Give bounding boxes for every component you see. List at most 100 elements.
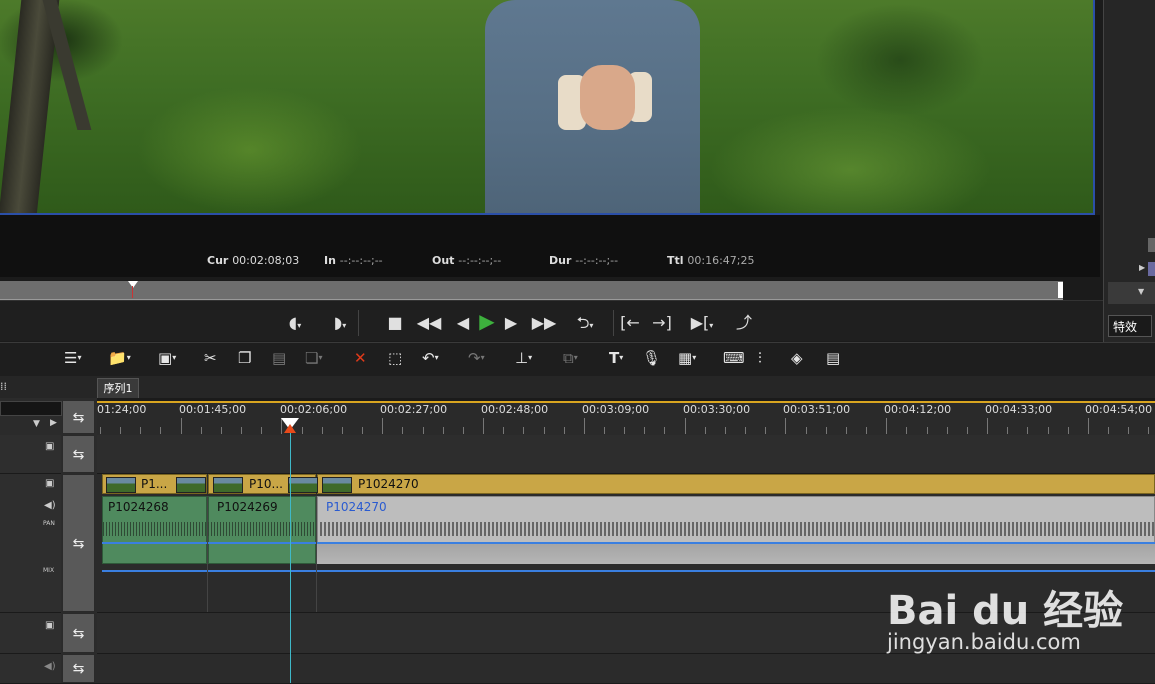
match-frame-icon[interactable]: ▶[▾	[684, 313, 720, 336]
cur-timecode: Cur 00:02:08;03	[207, 254, 300, 267]
ruler-tick	[1148, 427, 1150, 434]
patch-toggle-icon[interactable]: ⇆	[62, 474, 95, 612]
tab-effects[interactable]: 特效	[1108, 315, 1152, 337]
fast-forward-icon[interactable]: ▶▶	[530, 313, 558, 333]
scrub-head[interactable]	[128, 281, 138, 288]
ruler-tick	[341, 427, 343, 434]
paste-special-icon[interactable]: ❏▾	[305, 348, 322, 368]
audio-clip-label: P1024270	[326, 500, 387, 514]
ruler-tick	[886, 418, 888, 434]
jump-in-icon[interactable]: [←	[618, 313, 642, 333]
preview-scrub-bar[interactable]	[0, 281, 1063, 300]
separator	[358, 310, 359, 336]
ruler-tick	[966, 427, 968, 434]
ruler-tick	[442, 427, 444, 434]
panel-item-icon[interactable]	[1148, 238, 1155, 252]
baidu-watermark-logo: Bai du 经验	[887, 588, 1124, 634]
patch-toggle-icon[interactable]: ⇆	[62, 435, 95, 473]
voiceover-icon[interactable]: 🎙	[642, 348, 661, 368]
panel-item-icon[interactable]	[1148, 262, 1155, 276]
collapse-arrow-icon[interactable]: ▼	[1138, 287, 1144, 296]
track-lane-v2[interactable]	[97, 435, 1155, 474]
ruler-tick	[644, 427, 646, 434]
ruler-label: 00:03:30;00	[683, 403, 751, 416]
play-icon[interactable]: ▶	[474, 311, 500, 331]
panel-selected-row[interactable]	[1108, 282, 1155, 304]
set-out-icon[interactable]: ◗▾	[325, 313, 355, 336]
ruler-tick	[382, 418, 384, 434]
keyboard-icon[interactable]: ⌨	[723, 348, 745, 368]
rewind-icon[interactable]: ◀◀	[416, 313, 442, 333]
ruler-tick	[180, 418, 182, 434]
video-clip[interactable]: P1024270	[317, 474, 1155, 494]
undo-icon[interactable]: ↶▾	[422, 348, 439, 368]
audio-clip-label: P1024268	[108, 500, 169, 514]
audio-waveform	[320, 522, 1155, 536]
expand-arrow-icon[interactable]: ▶	[1139, 263, 1145, 272]
delete-icon[interactable]: ✕	[354, 348, 367, 368]
loop-icon[interactable]: ⮌▾	[568, 313, 602, 336]
video-track-icon[interactable]: ▣	[45, 441, 54, 452]
paste-icon[interactable]: ▤	[272, 348, 286, 368]
panel-grip-icon[interactable]: ⁞⁞	[0, 380, 7, 393]
ruler-tick	[462, 427, 464, 434]
ruler-ticks	[97, 418, 1155, 434]
set-marker-icon[interactable]: ⊥▾	[515, 348, 532, 368]
ripple-delete-icon[interactable]: ⬚	[388, 348, 402, 368]
speaker-icon[interactable]: ◀)	[44, 661, 56, 672]
clip-thumbnail	[288, 477, 318, 493]
dropdown-arrow-icon[interactable]: ▼	[33, 419, 40, 429]
settings-grid-icon[interactable]: ▤	[826, 348, 840, 368]
ruler-label: 00:01:45;00	[179, 403, 247, 416]
multicam-icon[interactable]: ◈	[791, 348, 803, 368]
render-icon[interactable]: ▦▾	[678, 348, 696, 368]
group-icon[interactable]: ⧉▾	[563, 348, 578, 368]
ruler-tick	[583, 418, 585, 434]
ruler-tick	[321, 427, 323, 434]
step-back-icon[interactable]: ◀	[453, 313, 473, 333]
play-arrow-icon[interactable]: ▶	[50, 418, 57, 428]
video-track-icon[interactable]: ▣	[45, 620, 54, 631]
copy-icon[interactable]: ❐	[238, 348, 251, 368]
patch-toggle-icon[interactable]: ⇆	[62, 613, 95, 653]
title-text-icon[interactable]: T▾	[609, 348, 623, 368]
patch-toggle-icon[interactable]: ⇆	[62, 400, 95, 434]
ruler-tick	[624, 427, 626, 434]
save-icon[interactable]: ▣▾	[158, 348, 176, 368]
clip-thumbnail	[213, 477, 243, 493]
set-in-icon[interactable]: ◖▾	[280, 313, 310, 336]
jump-out-icon[interactable]: →]	[650, 313, 674, 333]
ruler-tick	[1108, 427, 1109, 434]
clip-boundary	[207, 496, 208, 612]
scrub-line	[132, 286, 133, 298]
baidu-watermark-url: jingyan.baidu.com	[887, 630, 1081, 654]
cut-icon[interactable]: ✂	[204, 348, 217, 368]
timecode-field[interactable]	[0, 401, 62, 416]
volume-rubberband[interactable]	[102, 570, 1155, 572]
step-forward-icon[interactable]: ▶	[501, 313, 521, 333]
playhead-line[interactable]	[290, 420, 291, 683]
ruler-label: 00:02:27;00	[380, 403, 448, 416]
ruler-tick	[845, 427, 847, 434]
track-menu-icon[interactable]: ☰▾	[64, 348, 81, 368]
export-icon[interactable]: ⤴	[732, 313, 756, 333]
tab-sequence-1[interactable]: 序列1	[97, 378, 139, 398]
ruler-tick	[261, 427, 263, 434]
in-timecode: In --:--:--;--	[324, 254, 383, 267]
ruler-label: 00:04:33;00	[985, 403, 1053, 416]
ruler-tick	[220, 427, 222, 434]
ruler-tick	[200, 427, 202, 434]
open-folder-icon[interactable]: 📁▾	[108, 348, 131, 368]
ruler-tick	[825, 427, 827, 434]
track-lane-a1[interactable]	[97, 654, 1155, 683]
speaker-icon[interactable]: ◀)	[44, 500, 56, 511]
audio-mixer-icon[interactable]: ⫶	[758, 348, 762, 368]
ruler-tick	[704, 427, 706, 434]
redo-icon[interactable]: ↷▾	[468, 348, 485, 368]
ruler-tick	[483, 418, 485, 434]
video-track-icon[interactable]: ▣	[45, 478, 54, 489]
stop-icon[interactable]: ■	[385, 313, 405, 333]
clip-boundary	[316, 496, 317, 612]
ruler-tick	[1047, 427, 1049, 434]
patch-toggle-icon[interactable]: ⇆	[62, 654, 95, 683]
